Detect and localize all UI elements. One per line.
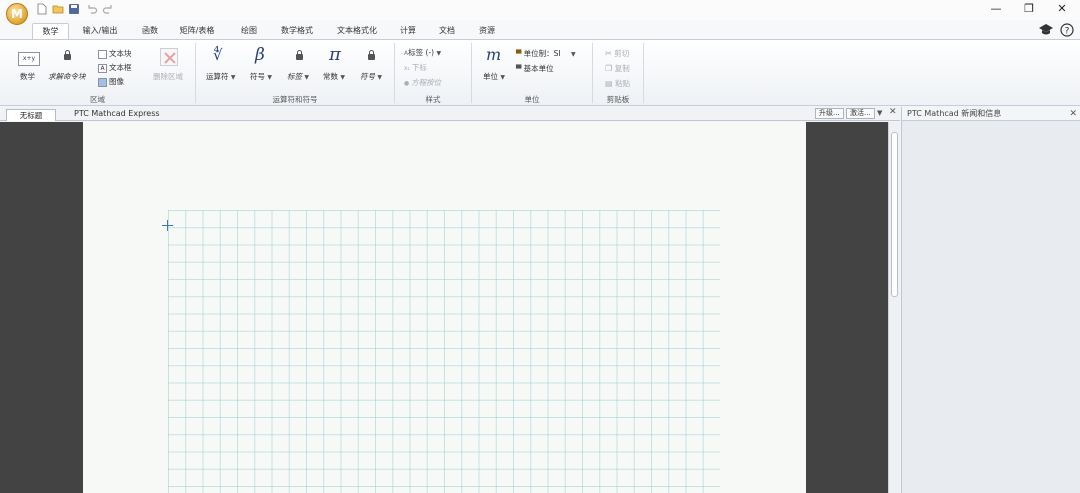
text-block-icon [98,49,107,59]
undo-icon[interactable] [86,3,98,15]
image-button[interactable]: 图像 [98,76,124,87]
ribbon: x+y 数学 求解命令块 文本块 A 文本框 图像 删除区域 区域 ∜ 运算符 ▼… [0,39,1080,106]
tab-plots[interactable]: 绘图 [236,23,262,40]
document-tab-bar: 无标题 PTC Mathcad Express 升级... 激活... ▼ ✕ [0,107,900,121]
news-panel-title: PTC Mathcad 新闻和信息 [907,109,1002,118]
new-document-icon[interactable] [36,3,48,15]
solve-block-button[interactable]: 求解命令块 [48,71,86,82]
close-button[interactable]: ✕ [1054,2,1070,16]
operators-group-label: 运算符和符号 [272,95,318,104]
vertical-scrollbar[interactable] [888,122,900,493]
news-panel-header: PTC Mathcad 新闻和信息 ✕ [902,107,1080,121]
document-title: PTC Mathcad Express [74,109,160,118]
tab-functions[interactable]: 函数 [136,23,164,40]
tab-text-formatting[interactable]: 文本格式化 [332,23,382,40]
delete-region-icon [160,48,178,66]
tab-matrices-tables[interactable]: 矩阵/表格 [176,23,218,40]
notation-button[interactable]: 符号 ▼ [360,71,382,82]
math-region-icon[interactable]: x+y [18,52,40,66]
upgrade-button[interactable]: 升级... [815,108,844,119]
subscript-button[interactable]: x₁ 下标 [404,62,427,73]
image-icon [98,77,107,87]
constants-pi-icon: π [329,44,341,65]
learning-cap-icon[interactable] [1038,23,1054,37]
delete-region-button[interactable]: 删除区域 [153,71,183,82]
copy-button[interactable]: ❐ 复制 [605,63,630,74]
units-group-label: 单位 [524,95,540,104]
region-group-label: 区域 [90,95,105,104]
operators-button[interactable]: 运算符 ▼ [206,71,236,82]
base-units-button[interactable]: ▀ 基本单位 [516,63,554,74]
markup-button[interactable]: 标签 ▼ [287,71,309,82]
open-folder-icon[interactable] [52,3,64,15]
worksheet-grid[interactable] [168,210,720,493]
minimize-button[interactable]: — [988,2,1004,16]
symbols-button[interactable]: 符号 ▼ [250,71,272,82]
notation-lock-icon [368,50,375,62]
tab-input-output[interactable]: 输入/输出 [78,23,122,40]
tab-document[interactable]: 文档 [434,23,460,40]
constants-button[interactable]: 常数 ▼ [323,71,345,82]
label-dropdown[interactable]: A标签 (-) ▼ [404,47,441,58]
cut-button[interactable]: ✂ 剪切 [605,48,629,59]
dropdown-arrow-icon[interactable]: ▼ [877,109,882,117]
math-region-button[interactable]: 数学 [20,71,35,82]
matrix-op-button[interactable]: ● 方程按位 [404,77,441,88]
units-m-icon: m [486,45,502,64]
paste-button[interactable]: ▤ 粘贴 [605,78,630,89]
tab-math-formatting[interactable]: 数学格式 [276,23,318,40]
markup-lock-icon [296,50,303,62]
symbols-beta-icon: β [255,45,265,65]
ribbon-tabs: 数学 输入/输出 函数 矩阵/表格 绘图 数学格式 文本格式化 计算 文档 资源… [0,20,1080,41]
scrollbar-thumb[interactable] [891,132,898,297]
help-icon[interactable]: ? [1060,23,1074,37]
restore-button[interactable]: ❐ [1021,2,1037,16]
app-logo[interactable]: M [6,3,28,25]
news-panel-close-icon[interactable]: ✕ [1069,108,1077,121]
text-box-button[interactable]: A 文本框 [98,62,132,73]
tab-resources[interactable]: 资源 [474,23,500,40]
solve-block-lock-icon [64,50,71,62]
text-box-icon: A [98,63,107,73]
group-divider [643,43,644,103]
text-block-button[interactable]: 文本块 [98,48,132,59]
insertion-cursor-icon [162,220,174,232]
document-tab[interactable]: 无标题 [6,109,56,121]
redo-icon[interactable] [102,3,114,15]
title-bar: M — ❐ ✕ [0,0,1080,25]
news-panel: PTC Mathcad 新闻和信息 ✕ [901,107,1080,493]
activate-button[interactable]: 激活... [846,108,875,119]
style-group-label: 样式 [425,95,441,104]
operators-icon: ∜ [213,46,223,64]
unit-system-dropdown[interactable]: ▀ 单位制：SI ▼ [516,48,576,59]
save-icon[interactable] [68,3,80,15]
clipboard-group-label: 剪贴板 [606,95,630,104]
units-button[interactable]: 单位 ▼ [483,71,505,82]
document-close-icon[interactable]: ✕ [889,107,897,117]
workspace-right-margin [806,122,888,493]
workspace-left-margin [0,122,83,493]
svg-text:?: ? [1065,27,1070,37]
tab-calculation[interactable]: 计算 [395,23,421,40]
